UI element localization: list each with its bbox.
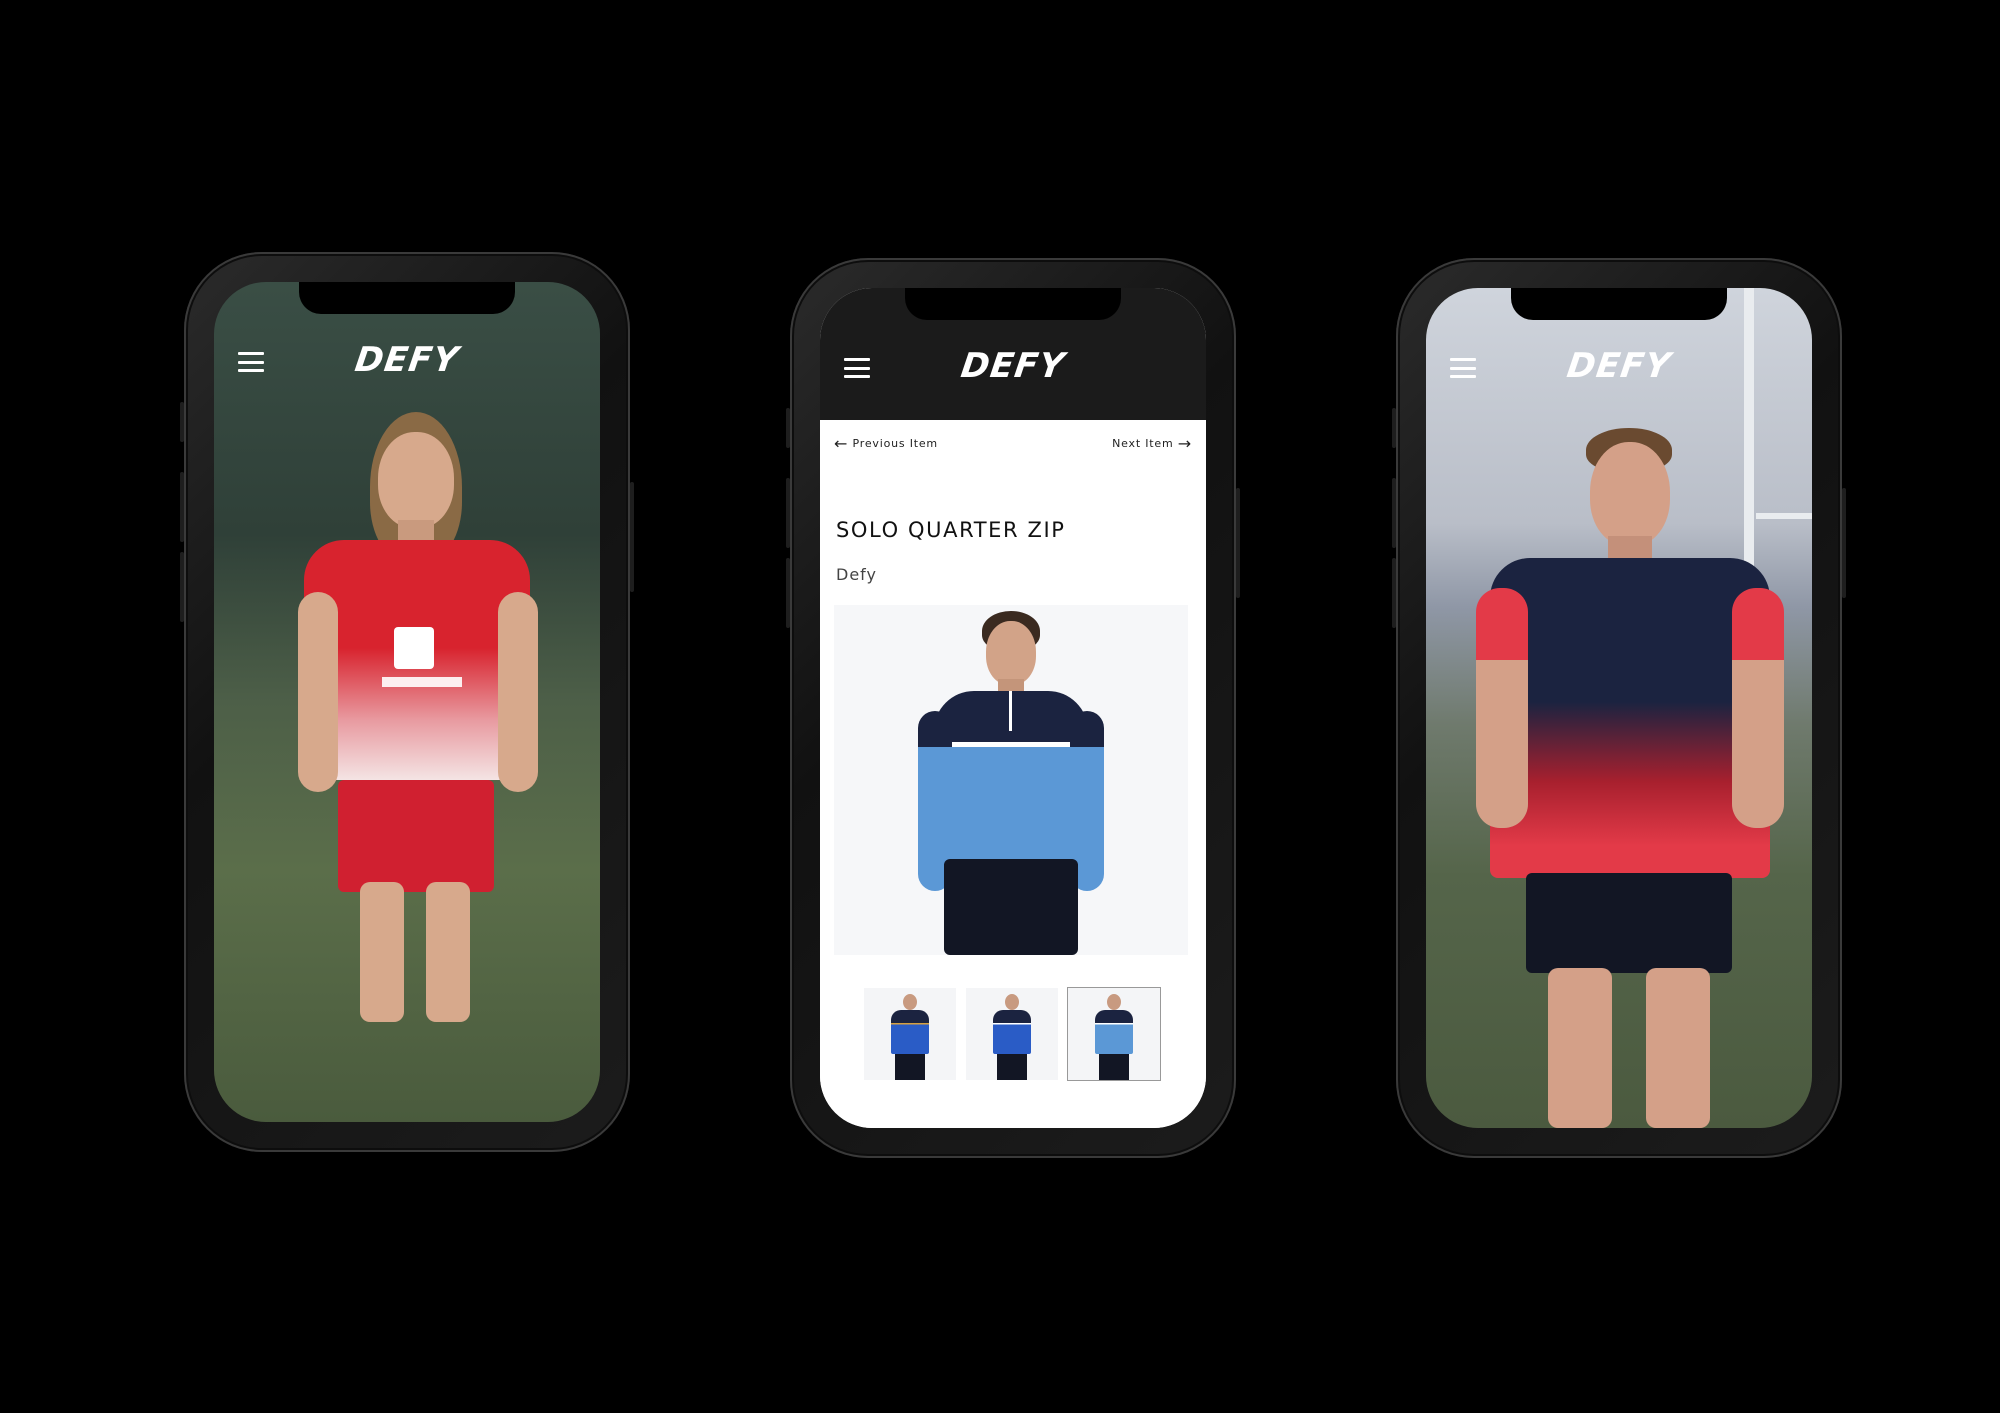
previous-item-link[interactable]: ← Previous Item xyxy=(834,434,938,453)
screen-middle: DEFY ← Previous Item Next Item → SOLO QU… xyxy=(820,288,1206,1128)
thumbnail-2[interactable] xyxy=(966,988,1058,1080)
product-brand[interactable]: Defy xyxy=(836,565,877,584)
thumbnail-1[interactable] xyxy=(864,988,956,1080)
arrow-right-icon: → xyxy=(1177,434,1192,453)
item-navigation: ← Previous Item Next Item → xyxy=(834,434,1192,454)
product-model xyxy=(916,611,1106,955)
screen-left: DEFY xyxy=(214,282,600,1122)
notch xyxy=(905,288,1121,320)
product-main-image[interactable] xyxy=(834,605,1188,955)
defy-logo[interactable]: DEFY xyxy=(214,340,600,380)
phone-left: DEFY xyxy=(180,252,634,1152)
arrow-left-icon: ← xyxy=(834,434,849,453)
defy-logo[interactable]: DEFY xyxy=(820,346,1206,386)
phone-right: DEFY xyxy=(1392,258,1846,1158)
defy-logo[interactable]: DEFY xyxy=(1426,346,1812,386)
thumbnail-strip xyxy=(864,987,1161,1081)
phone-middle: DEFY ← Previous Item Next Item → SOLO QU… xyxy=(786,258,1240,1158)
notch xyxy=(299,282,515,314)
next-item-label: Next Item xyxy=(1112,437,1174,450)
thumbnail-3[interactable] xyxy=(1067,987,1161,1081)
notch xyxy=(1511,288,1727,320)
previous-item-label: Previous Item xyxy=(852,437,938,450)
athlete-figure xyxy=(1456,428,1786,1128)
mockup-stage: DEFY DEFY ← Previous Item Next Item → SO… xyxy=(0,0,2000,1413)
next-item-link[interactable]: Next Item → xyxy=(1112,434,1192,453)
product-page: ← Previous Item Next Item → SOLO QUARTER… xyxy=(820,420,1206,1128)
screen-right: DEFY xyxy=(1426,288,1812,1128)
athlete-figure xyxy=(254,412,554,1122)
product-title: SOLO QUARTER ZIP xyxy=(836,518,1066,542)
